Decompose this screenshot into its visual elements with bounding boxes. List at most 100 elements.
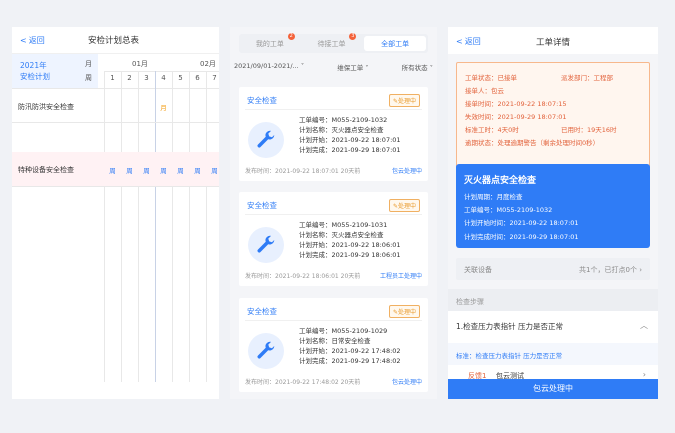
handler-status[interactable]: 包云处理中: [392, 166, 422, 175]
order-tabs: 我的工单 2 待接工单 3 全部工单: [239, 33, 428, 53]
week-label: 2: [127, 74, 132, 82]
orders-panel: 我的工单 2 待接工单 3 全部工单 2021/09/01-2021/... ˅…: [230, 27, 437, 399]
order-card[interactable]: 安全检查 ✎处理中 工单编号：M055-2109-1032 计划名称：灭火器点安…: [239, 87, 428, 181]
step-standard: 标准：检查压力表指针 压力是否正常: [448, 343, 658, 365]
back-button[interactable]: < 返回: [20, 35, 45, 46]
plan-cell[interactable]: 周: [155, 165, 172, 175]
handler-status[interactable]: 工程员工处理中: [380, 271, 422, 280]
type-filter[interactable]: 维保工单 ˅: [337, 62, 368, 76]
order-number: M055-2109-1031: [331, 221, 388, 229]
week-label: 6: [195, 74, 200, 82]
count-badge: 2: [287, 33, 295, 40]
submit-button[interactable]: 包云处理中: [448, 379, 658, 399]
page-title: 安检计划总表: [88, 36, 140, 46]
chevron-down-icon: ˅: [363, 64, 369, 72]
field-label: 工单编号：: [299, 327, 332, 335]
divider: [245, 214, 422, 215]
grid-header-left: 2021年 安检计划 月 周: [12, 54, 98, 88]
step-title: 1.检查压力表指针 压力是否正常: [456, 322, 564, 331]
date-filter[interactable]: 2021/09/01-2021/... ˅: [234, 62, 304, 76]
order-card[interactable]: 安全检查 ✎处理中 工单编号：M055-2109-1029 计划名称：日常安全检…: [239, 298, 428, 392]
chevron-left-icon: <: [20, 35, 27, 45]
status-text: 处理中: [397, 203, 416, 210]
tab-my-orders[interactable]: 我的工单 2: [239, 33, 301, 53]
field-label: 计划完成：: [299, 146, 332, 154]
chevron-right-icon: ›: [636, 266, 642, 274]
field-label: 计划名称：: [299, 126, 332, 134]
field-label: 工单编号：: [299, 116, 332, 124]
plan-start: 2021-09-22 18:07:01: [331, 136, 401, 144]
card-footer: 发布时间：2021-09-22 18:07:01 20天前 包云处理中: [245, 166, 422, 175]
filter-bar: 2021/09/01-2021/... ˅ 维保工单 ˅ 所有状态 ˅: [230, 62, 437, 76]
divider: [12, 88, 219, 89]
plan-cell[interactable]: 周: [206, 165, 219, 175]
count-badge: 3: [349, 33, 357, 40]
card-info: 工单编号：M055-2109-1032 计划名称：灭火器点安全检查 计划开始：2…: [299, 115, 401, 155]
order-number: M055-2109-1032: [331, 116, 388, 124]
detail-panel: < 返回 工单详情 工单状态：已接单 派发部门：工程部 接单人：包云 接单时间：…: [448, 27, 658, 399]
plan-cell[interactable]: 周: [172, 165, 189, 175]
divider: [206, 71, 207, 382]
year-label: 2021年: [20, 61, 47, 70]
week-label: 5: [178, 74, 183, 82]
plan-grid: 2021年 安检计划 月 周 01月 02月 1 2 3 4 5 6 7 防汛防…: [12, 54, 219, 399]
field-label: 计划完成：: [299, 251, 332, 259]
order-number: M055-2109-1029: [331, 327, 388, 335]
card-title: 安全检查: [247, 201, 277, 210]
plan-end: 2021-09-29 17:48:02: [331, 357, 401, 365]
handler-status[interactable]: 包云处理中: [392, 377, 422, 386]
chevron-up-icon[interactable]: ︿: [640, 320, 648, 331]
status-badge: ✎处理中: [388, 305, 420, 318]
plan-cell[interactable]: 周: [138, 165, 155, 175]
card-info: 工单编号：M055-2109-1031 计划名称：灭火器点安全检查 计划开始：2…: [299, 220, 401, 260]
plan-cell[interactable]: 周: [121, 165, 138, 175]
plan-start: 2021-09-22 17:48:02: [331, 347, 401, 355]
plan-end: 2021-09-29 18:07:01: [331, 146, 401, 154]
back-label: 返回: [28, 35, 45, 45]
plan-start: 计划开始时间：2021-09-22 18:07:01: [464, 219, 579, 227]
status-badge: ✎处理中: [388, 199, 420, 212]
order-card[interactable]: 安全检查 ✎处理中 工单编号：M055-2109-1031 计划名称：灭火器点安…: [239, 192, 428, 286]
publish-time: 发布时间：2021-09-22 18:06:01 20天前: [245, 273, 361, 280]
detail-header: < 返回 工单详情: [448, 27, 658, 54]
week-label: 1: [110, 74, 115, 82]
back-button[interactable]: < 返回: [456, 36, 481, 47]
type-filter-value: 维保工单: [337, 64, 364, 72]
divider: [189, 71, 190, 382]
field-label: 计划开始：: [299, 347, 332, 355]
wrench-icon: [248, 122, 284, 158]
plan-header: < 返回 安检计划总表: [12, 27, 219, 54]
row-label: 防汛防洪安全检查: [18, 103, 74, 111]
receiver: 接单人：包云: [465, 87, 504, 95]
plan-cell[interactable]: 周: [104, 165, 121, 175]
status-badge: ✎处理中: [388, 94, 420, 107]
status-text: 处理中: [397, 309, 416, 316]
plan-period: 计划周期：月度检查: [464, 193, 523, 201]
tab-all-orders[interactable]: 全部工单: [364, 36, 427, 51]
plan-end: 2021-09-29 18:06:01: [331, 251, 401, 259]
overdue-status: 逾期状态：处理逾期警告（剩余处理时间0秒）: [465, 139, 600, 147]
step-item[interactable]: 1.检查压力表指针 压力是否正常 ︿: [448, 311, 658, 343]
field-label: 计划名称：: [299, 337, 332, 345]
status-text: 处理中: [397, 98, 416, 105]
dispatch-dept: 派发部门：工程部: [561, 74, 613, 82]
status-filter[interactable]: 所有状态 ˅: [402, 62, 433, 76]
plan-cell[interactable]: 周: [189, 165, 206, 175]
related-devices-row[interactable]: 关联设备 共1个，已打点0个 ›: [456, 258, 650, 280]
field-label: 计划名称：: [299, 231, 332, 239]
order-number: 工单编号：M055-2109-1032: [464, 206, 553, 214]
card-title: 安全检查: [247, 96, 277, 105]
week-label: 3: [144, 74, 149, 82]
plan-row[interactable]: 特种设备安全检查 周 周 周 周 周 周 周: [12, 152, 219, 186]
divider: [155, 71, 156, 382]
row-label: 特种设备安全检查: [18, 166, 74, 174]
steps-label: 检查步骤: [456, 298, 484, 306]
month-label: 01月: [132, 60, 148, 68]
field-label: 工单编号：: [299, 221, 332, 229]
plan-cell[interactable]: 月: [155, 102, 172, 112]
divider: [12, 186, 219, 187]
used-hours: 已用时：19天16时: [561, 126, 617, 134]
tab-pending-orders[interactable]: 待接工单 3: [301, 33, 363, 53]
card-footer: 发布时间：2021-09-22 17:48:02 20天前 包云处理中: [245, 377, 422, 386]
chevron-left-icon: <: [456, 37, 463, 46]
